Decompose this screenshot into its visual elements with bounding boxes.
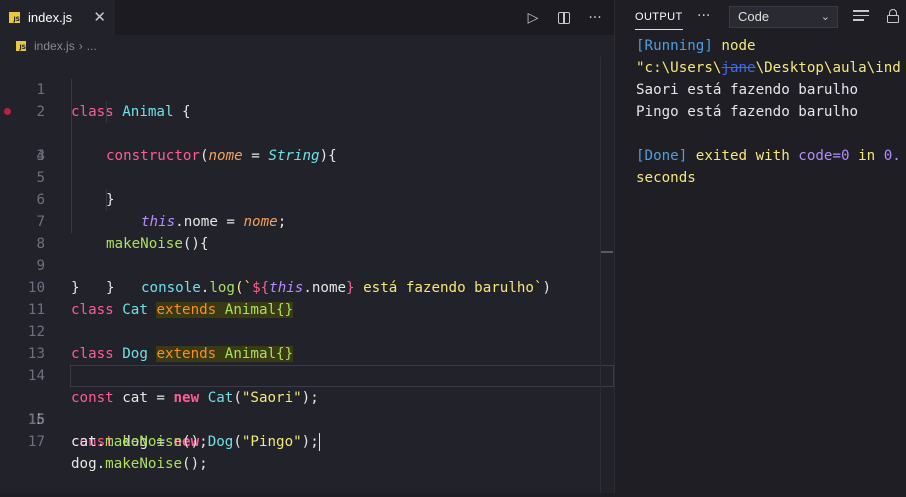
code-editor[interactable]: JS index.js ✕ ▷ ··· JS index.js › ... 1 …	[0, 0, 614, 493]
code-lines[interactable]: 1 class Animal { 2 constructor(nome = St…	[0, 57, 614, 472]
lock-icon[interactable]	[887, 9, 899, 24]
code-line: 7 console.log(`${this.nome} está fazendo…	[0, 189, 600, 296]
code-line: 2 constructor(nome = String){	[0, 79, 600, 164]
output-line: Saori está fazendo barulho	[636, 82, 859, 98]
more-actions-icon[interactable]: ···	[697, 8, 710, 24]
more-actions-icon[interactable]: ···	[586, 10, 604, 26]
code-line: 5	[0, 145, 600, 186]
code-line: 10 class Cat extends Animal{}	[0, 255, 600, 318]
code-line: 12 class Dog extends Animal{}	[0, 299, 600, 362]
vertical-scrollbar[interactable]	[600, 57, 601, 493]
breakpoint-icon[interactable]	[4, 108, 11, 115]
editor-actions: ▷ ···	[524, 0, 604, 35]
code-line: 16 cat.makeNoise();	[0, 387, 600, 450]
output-panel: OUTPUT ··· Code ⌄ [Running] node "c:\Use…	[614, 0, 906, 493]
output-panel-header: OUTPUT ··· Code ⌄	[615, 0, 906, 35]
text-cursor	[318, 433, 320, 451]
line-number: 17	[27, 434, 45, 450]
code-line: 14 const cat = new Cat("Saori");	[0, 343, 600, 406]
code-line: 1 class Animal {	[0, 57, 600, 120]
output-line: Pingo está fazendo barulho	[636, 104, 859, 120]
redacted-username: jane	[721, 60, 756, 76]
javascript-file-icon: JS	[16, 41, 26, 51]
code-line: 9 }	[0, 233, 600, 296]
editor-tab-bar: JS index.js ✕ ▷ ···	[0, 0, 614, 35]
close-icon[interactable]: ✕	[93, 8, 106, 26]
split-editor-icon[interactable]	[558, 11, 570, 24]
output-line: "c:\Users\jane\Desktop\aula\ind	[636, 60, 901, 76]
tab-index-js[interactable]: JS index.js ✕	[0, 0, 115, 35]
chevron-down-icon: ⌄	[820, 10, 830, 23]
chevron-right-icon: ›	[78, 39, 83, 53]
tab-output[interactable]: OUTPUT	[635, 11, 683, 30]
output-line-blank	[636, 123, 906, 145]
current-line-highlight	[70, 365, 614, 387]
output-line: [Running] node	[636, 38, 756, 54]
output-channel-value: Code	[738, 9, 770, 24]
output-line: seconds	[636, 170, 696, 186]
breadcrumb-file[interactable]: index.js	[34, 39, 75, 53]
code-line: 17 dog.makeNoise();	[0, 409, 600, 472]
run-icon[interactable]: ▷	[524, 10, 542, 26]
code-line: 8 }	[0, 211, 600, 296]
output-line: [Done] exited with code=0 in 0.	[636, 148, 901, 164]
code-line: 11	[0, 277, 600, 318]
javascript-file-icon: JS	[9, 12, 20, 23]
tab-title: index.js	[28, 10, 73, 25]
code-line: 13	[0, 321, 600, 362]
code-line: 6 makeNoise(){	[0, 167, 600, 252]
output-channel-select[interactable]: Code ⌄	[729, 6, 838, 28]
output-log[interactable]: [Running] node "c:\Users\jane\Desktop\au…	[636, 35, 906, 189]
code-line: 3 this.nome = nome;	[0, 101, 600, 230]
code-line: 4 }	[0, 123, 600, 208]
scrollbar-cursor-marker	[601, 251, 613, 253]
clear-output-icon[interactable]	[853, 10, 869, 24]
breadcrumb-symbols[interactable]: ...	[87, 39, 97, 53]
breadcrumb: JS index.js › ...	[0, 35, 614, 57]
code-line-active: 15 const dog = new Dog("Pingo");	[0, 365, 614, 451]
